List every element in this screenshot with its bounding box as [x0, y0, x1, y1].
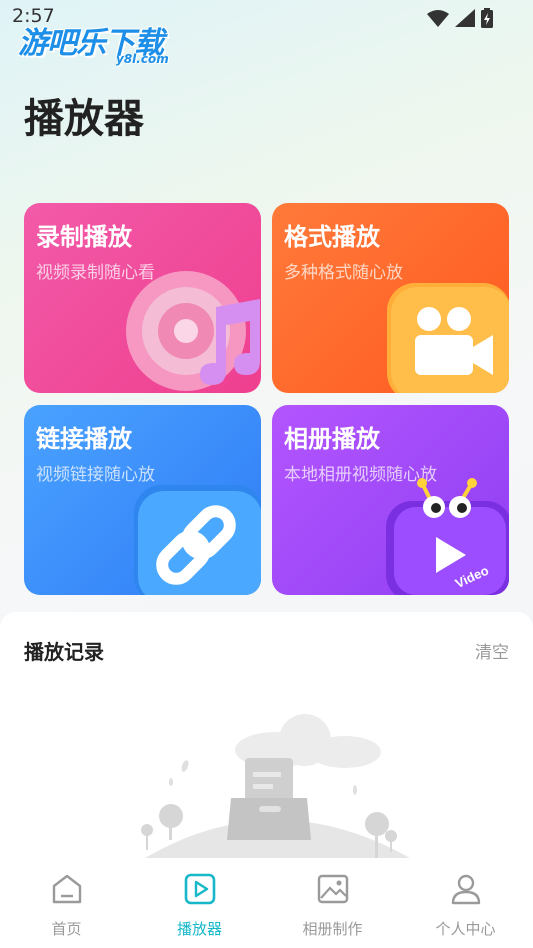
card-subtitle: 视频链接随心放: [36, 465, 155, 485]
music-disc-icon: [126, 271, 260, 391]
clear-history-button[interactable]: 清空: [475, 638, 509, 663]
card-subtitle: 多种格式随心放: [284, 263, 403, 283]
empty-inbox-icon: [141, 714, 410, 858]
card-title: 录制播放: [36, 223, 132, 251]
card-title: 链接播放: [36, 425, 132, 453]
watermark-url: y8l.com: [116, 52, 169, 66]
tab-album-make[interactable]: 相册制作: [266, 858, 399, 948]
tab-label: 相册制作: [302, 920, 363, 938]
video-camera-icon: [387, 283, 509, 393]
tab-label: 播放器: [176, 920, 222, 938]
image-icon: [317, 874, 348, 904]
tab-label: 个人中心: [435, 920, 496, 938]
bottom-tab-bar: 首页 播放器 相册制作 个人中心: [0, 858, 533, 948]
battery-icon: [481, 8, 493, 28]
card-title: 相册播放: [284, 425, 380, 453]
tab-profile[interactable]: 个人中心: [399, 858, 532, 948]
home-icon: [52, 874, 81, 904]
tab-player[interactable]: 播放器: [133, 858, 266, 948]
signal-icon: [455, 9, 475, 27]
status-icons: [427, 8, 493, 28]
tab-home[interactable]: 首页: [0, 858, 133, 948]
page-title: 播放器: [24, 96, 144, 142]
card-title: 格式播放: [284, 223, 380, 251]
tv-video-icon: Video: [386, 478, 509, 595]
album-play-card[interactable]: 相册播放 本地相册视频随心放 Video: [272, 405, 509, 595]
tab-label: 首页: [51, 920, 82, 938]
format-play-card[interactable]: 格式播放 多种格式随心放: [272, 203, 509, 393]
watermark-logo: 游吧乐下载 y8l.com: [18, 18, 169, 66]
play-history-panel: 播放记录 清空: [0, 612, 533, 858]
wifi-icon: [427, 10, 449, 27]
history-title: 播放记录: [24, 640, 104, 664]
link-play-card[interactable]: 链接播放 视频链接随心放: [24, 405, 261, 595]
play-icon: [184, 873, 215, 905]
link-icon: [134, 485, 261, 595]
user-icon: [451, 874, 480, 905]
record-play-card[interactable]: 录制播放 视频录制随心看: [24, 203, 261, 393]
